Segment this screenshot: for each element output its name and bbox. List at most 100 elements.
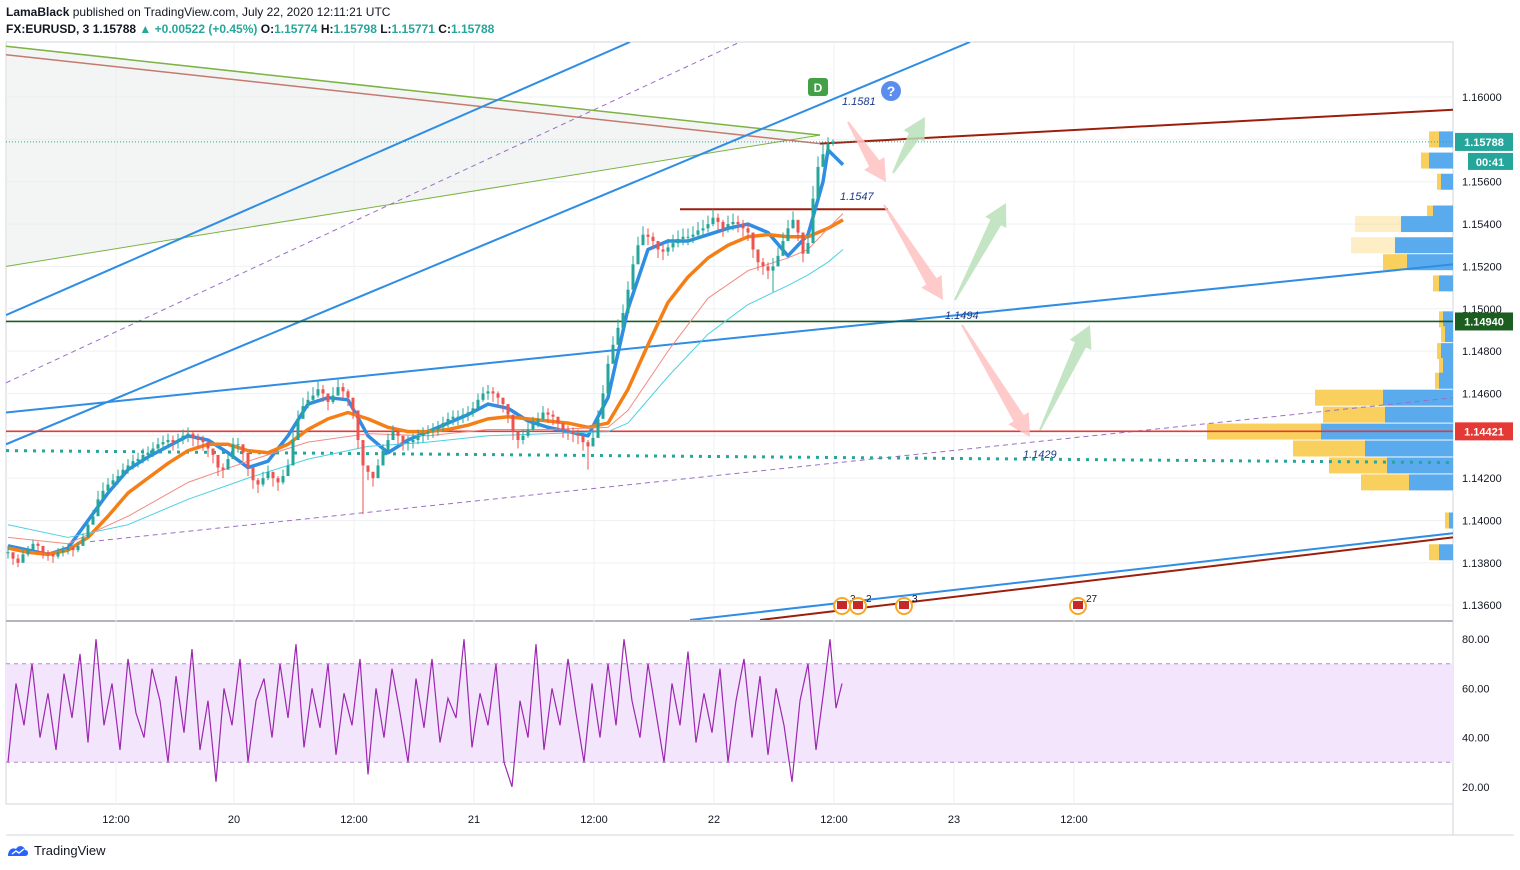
vp-bar-down xyxy=(1429,152,1453,169)
time-axis[interactable]: 12:00 20 12:00 21 12:00 22 12:00 23 12:00 xyxy=(102,814,1088,826)
vp-bar-up xyxy=(1433,275,1439,292)
candle-body xyxy=(351,397,355,411)
price-badge-label: 1.14421 xyxy=(1464,426,1504,438)
candle-body xyxy=(256,480,260,485)
trend-lines xyxy=(6,42,1453,620)
dividend-marker[interactable]: D xyxy=(808,78,828,96)
price-tick-label: 1.15600 xyxy=(1462,177,1502,189)
candle-body xyxy=(476,399,480,409)
time-tick-label: 12:00 xyxy=(580,814,608,826)
chart-canvas[interactable]: 1.15811.15471.14941.1429D? 1.160001.1580… xyxy=(0,0,1520,870)
candle-body xyxy=(356,410,360,441)
time-tick-label: 12:00 xyxy=(340,814,368,826)
candle-body xyxy=(496,393,500,398)
candle-body xyxy=(291,440,295,466)
vp-bar-up xyxy=(1361,474,1409,491)
candle-body xyxy=(696,230,700,235)
price-tick-label: 1.14000 xyxy=(1462,515,1502,527)
us-flag-icon xyxy=(853,601,863,609)
candle-body xyxy=(391,431,395,441)
candle-body xyxy=(376,465,380,479)
price-tick-label: 1.13600 xyxy=(1462,600,1502,612)
candle-body xyxy=(786,228,790,242)
candle-body xyxy=(456,416,460,418)
candle-body xyxy=(606,363,610,394)
candle-body xyxy=(596,418,600,438)
candle-body xyxy=(91,516,95,525)
vp-bar-up xyxy=(1439,357,1443,374)
candle-body xyxy=(691,234,695,237)
vp-bar-up xyxy=(1351,237,1395,254)
vp-bar-down xyxy=(1441,173,1453,190)
candle-body xyxy=(86,524,90,538)
price-tick-label: 1.15200 xyxy=(1462,261,1502,273)
candle-body xyxy=(556,416,560,424)
candle-body xyxy=(66,548,70,551)
candle-body xyxy=(626,289,630,314)
vp-bar-up xyxy=(1421,152,1429,169)
candle-body xyxy=(831,141,835,144)
candle-body xyxy=(216,454,220,468)
candle-body xyxy=(56,552,60,557)
candle-body xyxy=(361,440,365,466)
candle-body xyxy=(726,224,730,229)
vp-bar-down xyxy=(1439,275,1453,292)
candle-body xyxy=(791,219,795,229)
candle-body xyxy=(721,221,725,229)
candle-body xyxy=(251,467,255,481)
candle-body xyxy=(501,397,505,405)
candle-body xyxy=(41,545,45,553)
candle-body xyxy=(421,433,425,436)
event-count: 2 xyxy=(866,594,872,605)
candle-body xyxy=(331,395,335,402)
candle-body xyxy=(716,217,720,222)
economic-events[interactable]: 32327 xyxy=(833,594,1098,615)
candle-body xyxy=(401,435,405,443)
candle-body xyxy=(191,433,195,438)
candle-body xyxy=(521,435,525,441)
rsi-tick-label: 80.00 xyxy=(1462,634,1490,646)
price-axis[interactable]: 1.160001.158001.156001.154001.152001.150… xyxy=(1462,92,1502,794)
vp-bar-up xyxy=(1323,406,1385,423)
candle-body xyxy=(516,431,520,441)
vp-bar-up xyxy=(1429,131,1439,148)
candle-body xyxy=(166,440,170,443)
candle-body xyxy=(296,418,300,441)
candle-body xyxy=(481,393,485,400)
candle-body xyxy=(206,442,210,449)
candle-body xyxy=(426,431,430,434)
candle-body xyxy=(336,387,340,396)
candle-body xyxy=(141,454,145,460)
vp-bar-up xyxy=(1293,440,1365,457)
level-label: 1.1581 xyxy=(842,96,876,108)
candle-body xyxy=(326,393,330,402)
ma-pink xyxy=(7,213,844,545)
tradingview-logo-icon xyxy=(8,845,28,856)
footer-brand[interactable]: TradingView xyxy=(34,843,106,858)
candle-body xyxy=(386,440,390,451)
candle-body xyxy=(266,471,270,479)
candle-body xyxy=(641,234,645,246)
rsi-pane xyxy=(6,639,1453,787)
help-marker[interactable]: ? xyxy=(881,81,901,101)
candle-body xyxy=(136,459,140,462)
candle-body xyxy=(11,552,15,559)
vp-bar-down xyxy=(1385,406,1453,423)
candle-body xyxy=(306,399,310,407)
down-arrow-2 xyxy=(883,204,943,300)
candle-body xyxy=(441,423,445,428)
vp-bar-down xyxy=(1439,544,1453,561)
candle-body xyxy=(566,429,570,432)
vp-bar-down xyxy=(1445,326,1453,343)
candle-body xyxy=(581,435,585,443)
candle-body xyxy=(506,404,510,415)
candle-body xyxy=(61,550,65,553)
us-flag-icon xyxy=(1073,601,1083,609)
candle-body xyxy=(116,476,120,481)
level-labels: 1.1581 1.1547 1.1494 1.1429 D? xyxy=(808,78,1057,461)
candle-body xyxy=(776,255,780,267)
price-badge-label: 1.15788 xyxy=(1464,137,1504,149)
candle-body xyxy=(156,444,160,449)
candle-body xyxy=(396,431,400,436)
level-label: 1.1429 xyxy=(1023,449,1057,461)
